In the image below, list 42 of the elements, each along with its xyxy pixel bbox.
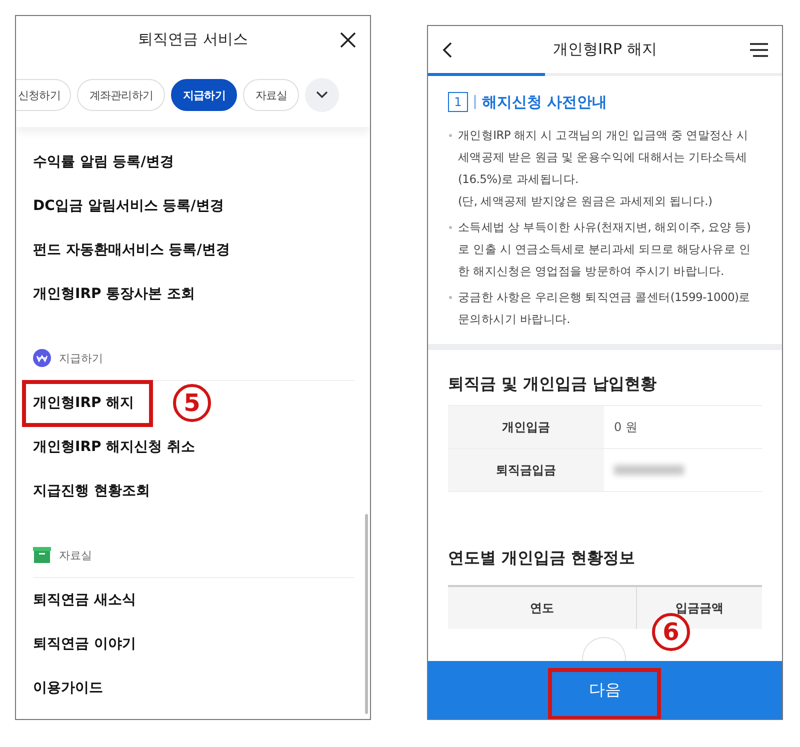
section-label: 자료실	[59, 548, 92, 562]
menu-item[interactable]: 퇴직연금 새소식	[33, 591, 136, 609]
chevron-down-icon	[316, 91, 328, 99]
box-icon	[33, 547, 51, 563]
notice-text: 개인형IRP 해지 시 고객님의 개인 입금액 중 연말정산 시 세액공제 받은 원금 및 운용수익에 대해서는 기타소득세 (16.5%)로 과세됩니다. (단, 세액공제 받지않은 원금은 과세제외 됩니다.)	[448, 124, 762, 212]
category-tab[interactable]: 지급하기	[171, 79, 238, 111]
menu-item[interactable]: 지급진행 현황조회	[33, 482, 150, 500]
step-title: 해지신청 사전안내	[482, 92, 608, 112]
menu-item[interactable]: 수익률 알림 등록/변경	[33, 153, 174, 171]
row-label: 퇴직금입금	[448, 449, 604, 492]
column-header: 연도	[448, 587, 636, 629]
screen-title: 퇴직연금 서비스	[138, 30, 248, 49]
menu-item[interactable]: 개인형IRP 통장사본 조회	[33, 285, 195, 303]
menu-item[interactable]: 펀드 자동환매서비스 등록/변경	[33, 241, 230, 259]
section-heading: 퇴직금 및 개인입금 납입현황	[448, 374, 658, 395]
back-button[interactable]	[440, 40, 454, 60]
table-cell: 0 원	[604, 406, 762, 449]
screen-title: 개인형IRP 해지	[553, 40, 657, 59]
category-tab[interactable]: 자료실	[243, 79, 300, 111]
menu-item[interactable]: DC입금 알림서비스 등록/변경	[33, 197, 224, 215]
notice-text: 소득세법 상 부득이한 사유(천재지변, 해외이주, 요양 등)로 인출 시 연금소득세로 분리과세 되므로 해당사유로 인한 해지신청은 영업점을 방문하여 주시기 바랍니다.	[448, 216, 762, 282]
row-label: 개인입금	[448, 406, 604, 449]
step-number: 5	[173, 384, 211, 422]
blurred-value	[614, 465, 684, 475]
menu-item[interactable]: 이용가이드	[33, 679, 103, 697]
close-icon	[340, 32, 356, 48]
category-tab[interactable]: 신청하기	[16, 79, 72, 111]
menu-icon	[750, 42, 768, 56]
menu-button[interactable]	[748, 40, 770, 58]
notice-text: 궁금한 사항은 우리은행 퇴직연금 콜센터(1599-1000)로 문의하시기 바랍니다.	[448, 286, 762, 330]
next-button[interactable]: 다음	[428, 661, 782, 719]
menu-item[interactable]: 퇴직연금 이야기	[33, 635, 136, 653]
menu-item[interactable]: 개인형IRP 해지	[33, 394, 134, 412]
menu-item[interactable]: 개인형IRP 해지신청 취소	[33, 438, 195, 456]
close-button[interactable]	[338, 30, 358, 50]
expand-button[interactable]	[305, 78, 340, 112]
step-badge: 1	[448, 92, 468, 112]
section-label: 지급하기	[59, 350, 103, 366]
category-tab[interactable]: 계좌관리하기	[77, 79, 166, 111]
won-icon	[33, 349, 51, 367]
section-heading: 연도별 개인입금 현황정보	[448, 548, 636, 569]
back-icon	[442, 42, 452, 58]
